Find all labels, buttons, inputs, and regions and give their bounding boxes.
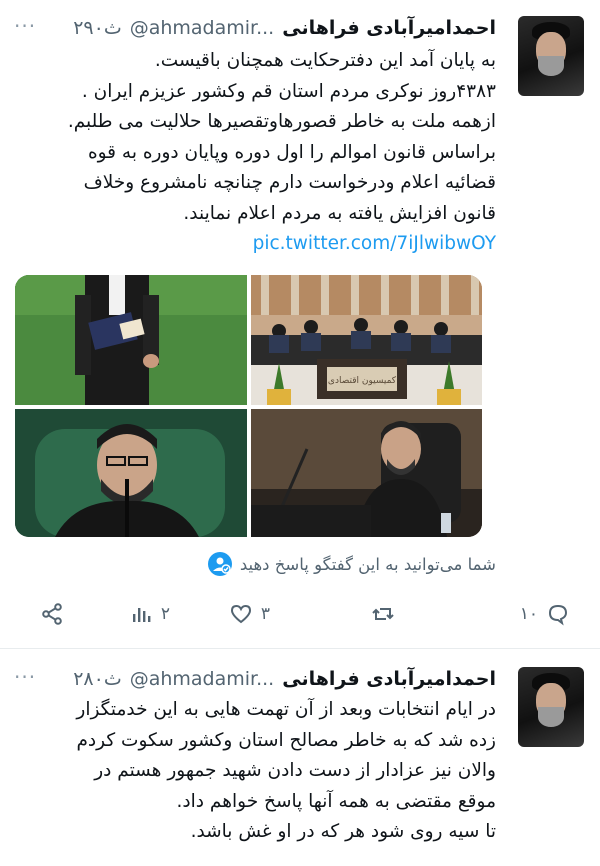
more-options-icon[interactable]: ···: [14, 14, 36, 38]
photo-1[interactable]: [15, 275, 247, 405]
tweet-link[interactable]: pic.twitter.com/7iJlwibwOY: [253, 229, 496, 260]
author-name[interactable]: احمدامیرآبادی فراهانی: [282, 17, 496, 39]
tweet-line: قضائیه اعلام ودرخواست دارم چنانچه نامشرو…: [83, 172, 496, 193]
tweet-line: براساس قانون اموالم را اول دوره وپایان د…: [87, 141, 496, 163]
views-button[interactable]: ۲: [129, 602, 170, 626]
retweet-icon: [372, 608, 394, 620]
tweet-line: قانون افزایش یافته به مردم اعلام نمایند.: [183, 202, 496, 224]
tweet-line: تا سیه روی شود هر که در او غش باشد.: [190, 821, 496, 842]
tweet-2[interactable]: احمدامیرآبادی فراهانی @ahmadamir... ۲۸۰ث…: [0, 649, 600, 866]
tweet-1[interactable]: احمدامیرآبادی فراهانی @ahmadamir... ۲۹۰ث…: [0, 0, 600, 649]
photo-4-illustration: [251, 409, 482, 537]
tweet-header: احمدامیرآبادی فراهانی @ahmadamir... ۲۹۰ث: [73, 14, 496, 42]
avatar-beard: [538, 707, 564, 727]
reply-permission-note: شما می‌توانید به این گفتگو پاسخ دهید: [207, 552, 496, 576]
tweet-actions: ۱۰ ۳ ۲: [0, 602, 600, 632]
author-handle[interactable]: @ahmadamir...: [130, 668, 275, 690]
photo-3-illustration: [15, 409, 247, 537]
mention-icon: [207, 552, 232, 576]
avatar-signature: [524, 82, 578, 92]
tweet-line: در ایام انتخابات وبعد از آن تهمت هایی به…: [76, 699, 496, 720]
like-button[interactable]: ۳: [229, 602, 270, 626]
photo-2-illustration: کمیسیون اقتصادی: [251, 275, 482, 405]
tweet-line: به پایان آمد این دفترحکایت همچنان باقیست…: [154, 50, 496, 71]
more-options-icon[interactable]: ···: [14, 665, 36, 689]
tweet-text: در ایام انتخابات وبعد از آن تهمت هایی به…: [26, 695, 496, 848]
photo-4[interactable]: [251, 409, 482, 537]
tweet-line: زده شد که به خاطر مصالح استان وکشور سکوت…: [76, 729, 496, 751]
tweet-time[interactable]: ۲۸۰ث: [73, 668, 122, 690]
tweet-text: به پایان آمد این دفترحکایت همچنان باقیست…: [26, 46, 496, 260]
sign-text: کمیسیون اقتصادی: [328, 376, 397, 386]
author-avatar[interactable]: [518, 16, 584, 96]
like-count: ۳: [260, 604, 270, 624]
tweet-line: ۴۳۸۳روز نوکری مردم استان قم وکشور عزیزم …: [81, 80, 496, 102]
photo-2[interactable]: کمیسیون اقتصادی: [251, 275, 482, 405]
photo-1-illustration: [15, 275, 247, 405]
avatar-beard: [538, 56, 564, 76]
reply-count: ۱۰: [519, 604, 538, 624]
views-icon: [132, 608, 151, 622]
retweet-button[interactable]: [363, 602, 395, 626]
share-icon: [42, 603, 62, 625]
tweet-line: ازهمه ملت به خاطر قصورهاوتقصیرها حلالیت …: [67, 111, 496, 132]
avatar-signature: [524, 733, 578, 743]
share-button[interactable]: [40, 602, 64, 626]
tweet-line: والان نیز عزادار از دست دادن شهید جمهور …: [94, 760, 496, 781]
reply-button[interactable]: ۱۰: [520, 602, 570, 626]
author-name[interactable]: احمدامیرآبادی فراهانی: [282, 668, 496, 690]
tweet-line: موقع مقتضی به همه آنها پاسخ خواهم داد.: [176, 790, 496, 812]
author-avatar[interactable]: [518, 667, 584, 747]
reply-icon: [548, 604, 568, 626]
media-grid: کمیسیون اقتصادی: [15, 275, 482, 537]
tweet-header: احمدامیرآبادی فراهانی @ahmadamir... ۲۸۰ث: [73, 665, 496, 693]
photo-3[interactable]: [15, 409, 247, 537]
tweet-time[interactable]: ۲۹۰ث: [73, 17, 122, 39]
heart-icon: [230, 604, 251, 624]
reply-permission-text: شما می‌توانید به این گفتگو پاسخ دهید: [239, 554, 496, 574]
views-count: ۲: [160, 604, 170, 624]
author-handle[interactable]: @ahmadamir...: [130, 17, 275, 39]
